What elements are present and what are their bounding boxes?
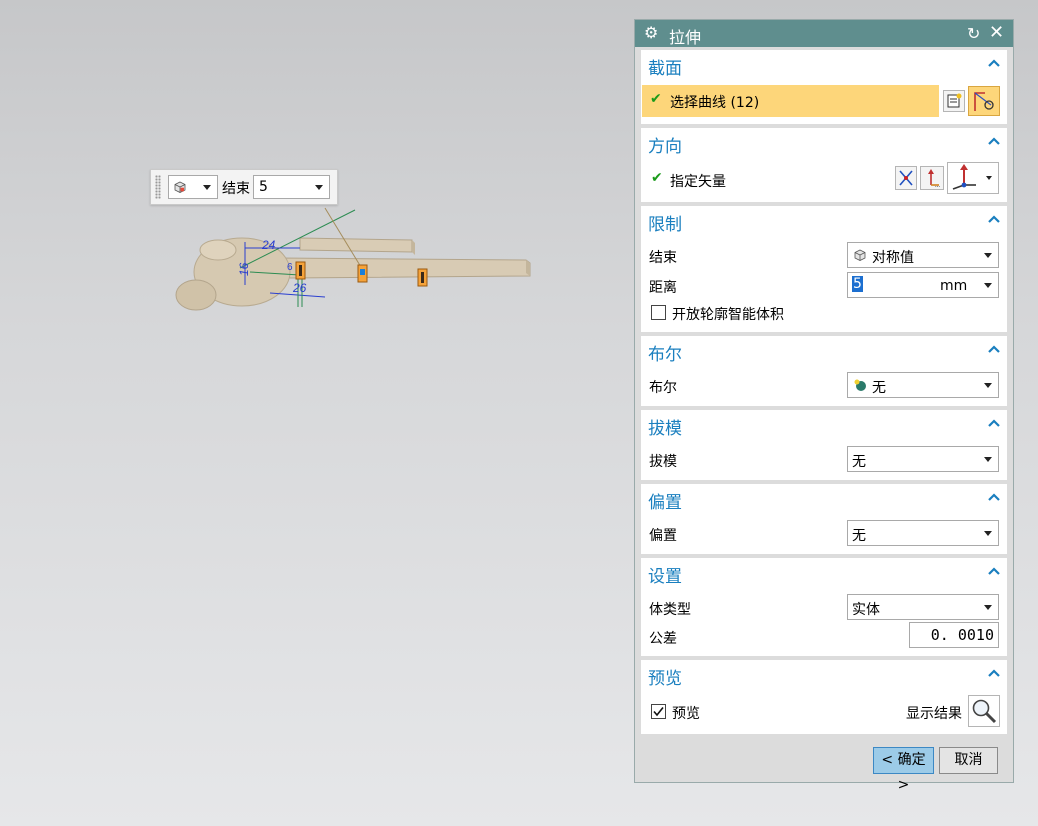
toolbar-limit-label: 结束 <box>222 181 250 197</box>
chevron-up-icon[interactable] <box>987 214 1001 224</box>
body-type-label: 体类型 <box>649 602 691 618</box>
drag-grip-icon[interactable] <box>155 175 161 199</box>
settings-panel: 设置 体类型 实体 公差 0. 0010 <box>641 558 1007 656</box>
draft-header[interactable]: 拔模 <box>648 414 682 439</box>
svg-text:...: ... <box>935 183 940 189</box>
close-icon[interactable]: ✕ <box>989 22 1004 43</box>
boolean-header[interactable]: 布尔 <box>648 340 682 365</box>
preview-label: 预览 <box>672 706 700 722</box>
ok-button[interactable]: < 确定 > <box>873 747 934 793</box>
reverse-direction-icon[interactable] <box>895 166 917 190</box>
chevron-down-icon <box>984 605 992 610</box>
chevron-down-icon <box>315 185 323 190</box>
section-panel: 截面 ✔ 选择曲线 (12) <box>641 50 1007 124</box>
dimension-6[interactable]: 6 <box>287 262 293 273</box>
chevron-down-icon <box>984 531 992 536</box>
floating-limit-toolbar: 结束 5 <box>150 169 338 205</box>
select-curve-row[interactable]: ✔ 选择曲线 (12) <box>642 85 939 117</box>
boolean-label: 布尔 <box>649 380 677 396</box>
dialog-titlebar[interactable]: ⚙ 拉伸 ↻ ✕ <box>635 20 1013 47</box>
show-result-label: 显示结果 <box>906 706 962 722</box>
chevron-up-icon[interactable] <box>987 136 1001 146</box>
chevron-up-icon[interactable] <box>987 668 1001 678</box>
distance-input[interactable]: 5 mm <box>847 272 999 298</box>
tolerance-input[interactable]: 0. 0010 <box>909 622 999 648</box>
boolean-dropdown[interactable]: 无 <box>847 372 999 398</box>
chevron-up-icon[interactable] <box>987 492 1001 502</box>
reset-icon[interactable]: ↻ <box>967 24 980 43</box>
dialog-title: 拉伸 <box>669 28 702 47</box>
limits-panel: 限制 结束 对称值 距离 5 mm 开放轮廓智能体积 <box>641 206 1007 332</box>
chevron-up-icon[interactable] <box>987 58 1001 68</box>
distance-value[interactable]: 5 <box>852 276 863 292</box>
chevron-up-icon[interactable] <box>987 344 1001 354</box>
tolerance-label: 公差 <box>649 631 677 647</box>
cube-icon <box>174 181 186 193</box>
curve-rule-icon[interactable] <box>943 90 965 112</box>
limits-header[interactable]: 限制 <box>648 210 682 235</box>
preview-panel: 预览 预览 显示结果 <box>641 660 1007 734</box>
body-type-dropdown[interactable]: 实体 <box>847 594 999 620</box>
vector-triad-icon[interactable] <box>947 162 999 194</box>
direction-panel: 方向 ✔ 指定矢量 ... <box>641 128 1007 202</box>
end-dropdown[interactable]: 对称值 <box>847 242 999 268</box>
chevron-up-icon[interactable] <box>987 566 1001 576</box>
draft-dropdown[interactable]: 无 <box>847 446 999 472</box>
extrude-dialog: ⚙ 拉伸 ↻ ✕ 截面 ✔ 选择曲线 (12) 方向 ✔ 指定矢量 ... 限制… <box>634 19 1014 793</box>
chevron-down-icon <box>984 283 992 288</box>
distance-label: 距离 <box>649 280 677 296</box>
draft-panel: 拔模 拔模 无 <box>641 410 1007 480</box>
specify-vector-label[interactable]: 指定矢量 <box>670 171 726 191</box>
offset-header[interactable]: 偏置 <box>648 488 682 513</box>
chevron-down-icon <box>984 383 992 388</box>
boolean-none-icon <box>854 379 866 391</box>
settings-header[interactable]: 设置 <box>648 562 682 587</box>
limit-type-dropdown[interactable] <box>168 175 218 199</box>
preview-header[interactable]: 预览 <box>648 664 682 689</box>
distance-unit[interactable]: mm <box>940 278 967 294</box>
sketch-section-icon[interactable] <box>968 86 1000 116</box>
dimension-26[interactable]: 26 <box>292 281 307 295</box>
chevron-down-icon <box>984 253 992 258</box>
cancel-button[interactable]: 取消 <box>939 747 998 774</box>
handle-knob <box>175 279 217 311</box>
section-header[interactable]: 截面 <box>648 54 682 79</box>
chevron-down-icon <box>203 185 211 190</box>
offset-panel: 偏置 偏置 无 <box>641 484 1007 554</box>
direction-header[interactable]: 方向 <box>648 132 682 157</box>
show-result-button[interactable] <box>968 695 1000 727</box>
checkmark-icon: ✔ <box>650 91 662 107</box>
chevron-up-icon[interactable] <box>987 418 1001 428</box>
offset-label: 偏置 <box>649 528 677 544</box>
open-profile-checkbox[interactable] <box>651 305 666 320</box>
dimension-16[interactable]: 16 <box>237 262 251 276</box>
lower-bar <box>279 257 531 279</box>
magnifier-icon <box>972 699 997 724</box>
boolean-panel: 布尔 布尔 无 <box>641 336 1007 406</box>
chevron-down-icon <box>986 176 992 180</box>
vector-dialog-icon[interactable]: ... <box>920 166 944 190</box>
gear-icon[interactable]: ⚙ <box>644 25 658 41</box>
part-model[interactable]: 24 16 6 26 <box>150 200 550 330</box>
end-label: 结束 <box>649 250 677 266</box>
cube-icon <box>854 249 866 261</box>
select-curve-label: 选择曲线 (12) <box>670 95 760 111</box>
dimension-24[interactable]: 24 <box>261 238 276 252</box>
checkmark-icon: ✔ <box>651 170 663 186</box>
draft-label: 拔模 <box>649 454 677 470</box>
chevron-down-icon <box>984 457 992 462</box>
upper-bar <box>299 237 413 253</box>
open-profile-label: 开放轮廓智能体积 <box>672 307 784 323</box>
checkmark-icon <box>653 707 664 717</box>
preview-checkbox[interactable] <box>651 704 666 719</box>
toolbar-limit-value[interactable]: 5 <box>253 175 330 199</box>
offset-dropdown[interactable]: 无 <box>847 520 999 546</box>
